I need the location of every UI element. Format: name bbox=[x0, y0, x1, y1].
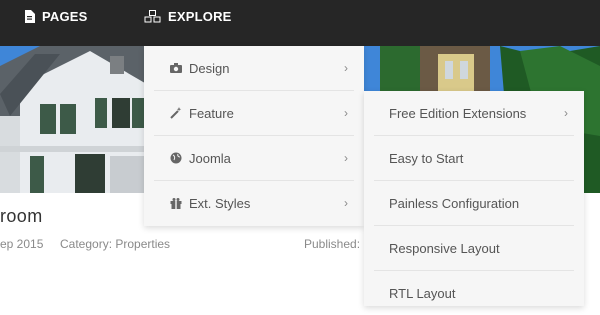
menu-item-label: Joomla bbox=[189, 150, 231, 166]
chevron-right-icon: › bbox=[344, 151, 348, 165]
document-icon bbox=[24, 9, 35, 23]
article-title[interactable]: room bbox=[0, 206, 43, 227]
nav-explore[interactable]: EXPLORE bbox=[144, 0, 232, 32]
menu-item-feature[interactable]: Feature › bbox=[154, 91, 354, 136]
nav-pages-label: PAGES bbox=[42, 8, 88, 24]
top-navigation-bar: PAGES EXPLORE bbox=[0, 0, 600, 46]
menu-item-label: Ext. Styles bbox=[189, 195, 251, 211]
menu-item-label: Responsive Layout bbox=[389, 240, 500, 256]
nav-explore-label: EXPLORE bbox=[168, 8, 232, 24]
submenu-item-rtl-layout[interactable]: RTL Layout bbox=[374, 271, 574, 315]
nav-pages[interactable]: PAGES bbox=[24, 0, 88, 32]
submenu-item-easy-to-start[interactable]: Easy to Start bbox=[374, 136, 574, 181]
menu-item-design[interactable]: Design › bbox=[154, 46, 354, 91]
submenu-item-painless-configuration[interactable]: Painless Configuration bbox=[374, 181, 574, 226]
magic-wand-icon bbox=[169, 107, 183, 119]
chevron-right-icon: › bbox=[344, 106, 348, 120]
menu-item-label: Easy to Start bbox=[389, 150, 464, 166]
menu-item-ext-styles[interactable]: Ext. Styles › bbox=[154, 181, 354, 225]
menu-item-label: Feature bbox=[189, 105, 234, 121]
feature-submenu: Free Edition Extensions › Easy to Start … bbox=[364, 91, 584, 306]
globe-icon bbox=[169, 152, 183, 164]
chevron-right-icon: › bbox=[564, 106, 568, 120]
chevron-right-icon: › bbox=[344, 61, 348, 75]
menu-item-label: Free Edition Extensions bbox=[389, 105, 527, 121]
submenu-item-free-edition-extensions[interactable]: Free Edition Extensions › bbox=[374, 91, 574, 136]
menu-item-label: Painless Configuration bbox=[389, 195, 520, 211]
menu-item-joomla[interactable]: Joomla › bbox=[154, 136, 354, 181]
camera-icon bbox=[169, 63, 183, 73]
cubes-icon bbox=[144, 9, 161, 23]
explore-dropdown-menu: Design › Feature › Joomla › Ext. Styles … bbox=[144, 46, 364, 226]
article-date: ep 2015 bbox=[0, 237, 44, 251]
chevron-right-icon: › bbox=[344, 196, 348, 210]
article-category[interactable]: Category: Properties bbox=[60, 237, 170, 251]
menu-item-label: RTL Layout bbox=[389, 285, 456, 301]
menu-item-label: Design bbox=[189, 60, 230, 76]
article-published: Published: bbox=[304, 237, 361, 251]
gift-icon bbox=[169, 197, 183, 209]
submenu-item-responsive-layout[interactable]: Responsive Layout bbox=[374, 226, 574, 271]
